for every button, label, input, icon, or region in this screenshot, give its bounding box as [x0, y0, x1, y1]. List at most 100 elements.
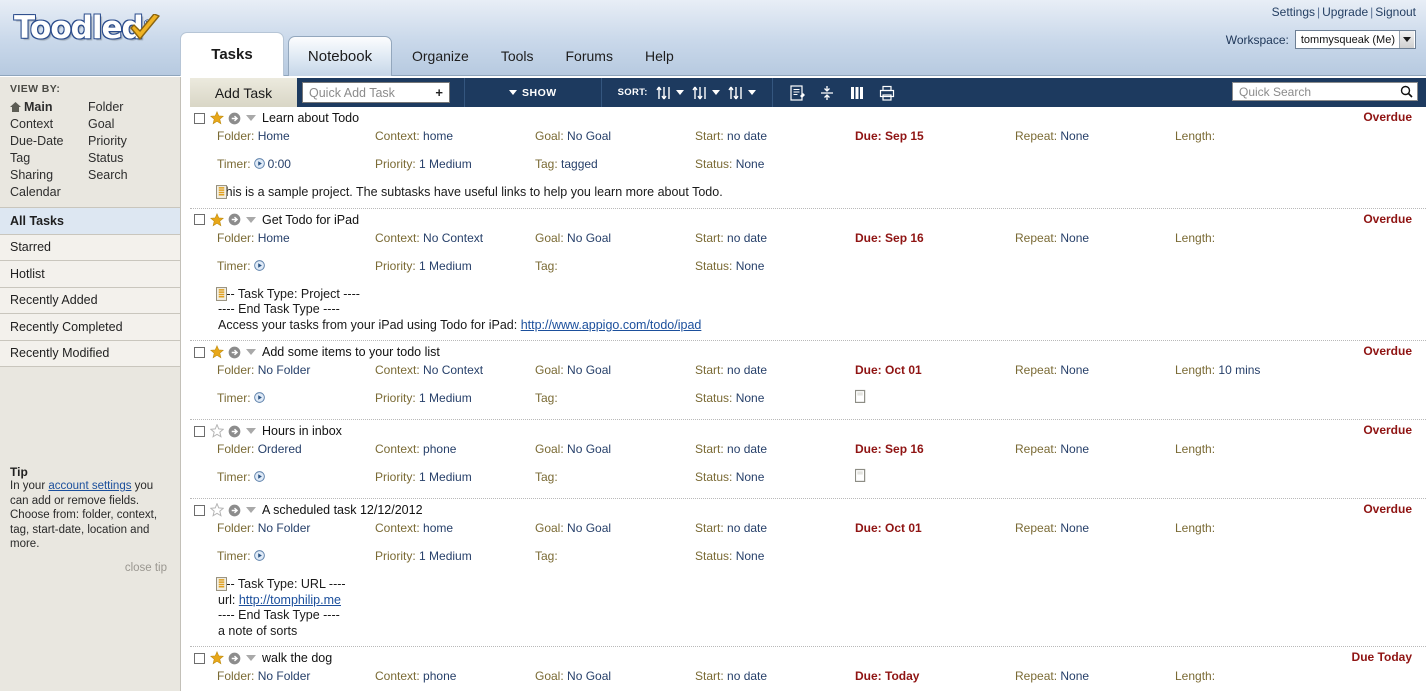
star-icon-filled[interactable] — [210, 111, 224, 125]
task-row[interactable]: Add some items to your todo list Overdue F… — [190, 341, 1426, 420]
share-arrow-icon[interactable] — [228, 504, 241, 517]
task-title[interactable]: A scheduled task 12/12/2012 — [262, 503, 423, 517]
viewby-item-search[interactable]: Search — [88, 167, 166, 184]
share-arrow-icon[interactable] — [228, 112, 241, 125]
nav-help[interactable]: Help — [629, 36, 690, 76]
viewby-item-folder[interactable]: Folder — [88, 99, 166, 116]
edit-note-icon[interactable] — [789, 84, 805, 101]
task-complete-checkbox[interactable] — [194, 112, 205, 124]
task-row[interactable]: A scheduled task 12/12/2012 Overdue Folder… — [190, 499, 1426, 647]
viewby-item-goal[interactable]: Goal — [88, 116, 166, 133]
chevron-down-icon[interactable] — [246, 349, 256, 355]
sidebar-item-recently-completed[interactable]: Recently Completed — [0, 314, 180, 341]
viewby-item-status[interactable]: Status — [88, 150, 166, 167]
task-title[interactable]: Get Todo for iPad — [262, 213, 359, 227]
note-icon[interactable] — [216, 185, 227, 199]
task-note[interactable]: ---- Task Type: Project ---- ---- End Tas… — [190, 287, 1426, 341]
columns-icon[interactable] — [849, 85, 865, 101]
signout-link[interactable]: Signout — [1375, 5, 1416, 19]
task-title[interactable]: Add some items to your todo list — [262, 345, 440, 359]
timer-play-icon[interactable] — [253, 259, 265, 271]
task-note-link[interactable]: http://www.appigo.com/todo/ipad — [521, 318, 702, 332]
viewby-item-due-date[interactable]: Due-Date — [10, 133, 88, 150]
add-task-button[interactable]: Add Task — [190, 78, 298, 107]
viewby-item-context[interactable]: Context — [10, 116, 88, 133]
sidebar-item-all-tasks[interactable]: All Tasks — [0, 208, 180, 235]
timer-play-icon[interactable] — [253, 550, 265, 561]
task-title-row[interactable]: A scheduled task 12/12/2012 — [190, 499, 1426, 521]
task-note[interactable]: This is a sample project. The subtasks h… — [190, 185, 1426, 208]
task-title[interactable]: Learn about Todo — [262, 111, 359, 125]
quick-add-input[interactable]: Quick Add Task + — [302, 82, 450, 103]
star-icon-filled[interactable] — [210, 345, 224, 359]
note-icon[interactable] — [216, 577, 227, 591]
sidebar-item-hotlist[interactable]: Hotlist — [0, 261, 180, 288]
share-arrow-icon[interactable] — [228, 213, 241, 226]
tab-notebook[interactable]: Notebook — [288, 36, 392, 76]
sort-secondary-icon[interactable] — [692, 86, 720, 100]
upgrade-link[interactable]: Upgrade — [1322, 5, 1368, 19]
task-row[interactable]: Hours in inbox Overdue Folder: Ordered Cont… — [190, 420, 1426, 499]
task-note-link[interactable]: http://tomphilip.me — [239, 593, 341, 607]
share-arrow-icon[interactable] — [228, 652, 241, 665]
task-row[interactable]: Get Todo for iPad Overdue Folder: Home Cont… — [190, 209, 1426, 341]
task-complete-checkbox[interactable] — [194, 346, 205, 358]
task-complete-checkbox[interactable] — [194, 214, 205, 225]
star-icon-filled[interactable] — [210, 651, 224, 665]
star-icon-empty[interactable] — [210, 503, 224, 517]
viewby-item-calendar[interactable]: Calendar — [10, 184, 88, 201]
workspace-select[interactable]: tommysqueak (Me) — [1294, 30, 1416, 49]
task-complete-checkbox[interactable] — [194, 652, 205, 664]
nav-organize[interactable]: Organize — [396, 36, 485, 76]
timer-play-icon[interactable] — [253, 471, 265, 482]
empty-note-icon[interactable] — [855, 468, 866, 482]
nav-forums[interactable]: Forums — [550, 36, 629, 76]
sort-primary-icon[interactable] — [656, 86, 684, 100]
star-icon-filled[interactable] — [210, 212, 224, 227]
nav-tools[interactable]: Tools — [485, 36, 550, 76]
timer-play-icon[interactable] — [253, 392, 265, 403]
viewby-item-priority[interactable]: Priority — [88, 133, 166, 150]
collapse-rows-icon[interactable] — [819, 85, 835, 101]
task-title[interactable]: walk the dog — [262, 651, 332, 665]
timer-play-icon[interactable] — [253, 158, 265, 169]
task-row[interactable]: walk the dog Due Today Folder: No Folder Co… — [190, 647, 1426, 691]
tab-tasks[interactable]: Tasks — [180, 32, 284, 76]
share-arrow-icon[interactable] — [228, 346, 241, 359]
viewby-item-tag[interactable]: Tag — [10, 150, 88, 167]
task-row[interactable]: Learn about Todo Overdue Folder: Home Conte… — [190, 107, 1426, 209]
task-title-row[interactable]: Add some items to your todo list — [190, 341, 1426, 363]
sidebar-item-starred[interactable]: Starred — [0, 234, 180, 261]
empty-note-icon[interactable] — [855, 389, 866, 403]
plus-icon[interactable]: + — [435, 85, 443, 100]
task-title-row[interactable]: walk the dog — [190, 647, 1426, 669]
task-title-row[interactable]: Get Todo for iPad — [190, 209, 1426, 231]
chevron-down-icon[interactable] — [246, 655, 256, 661]
task-title[interactable]: Hours in inbox — [262, 424, 342, 438]
settings-link[interactable]: Settings — [1272, 5, 1315, 19]
task-note[interactable]: ---- Task Type: URL ---- url: http://tomp… — [190, 577, 1426, 646]
viewby-item-main[interactable]: Main — [10, 99, 88, 116]
chevron-down-icon[interactable] — [246, 216, 256, 223]
star-icon-empty[interactable] — [210, 424, 224, 438]
search-input[interactable]: Quick Search — [1232, 82, 1418, 101]
sidebar-item-recently-modified[interactable]: Recently Modified — [0, 340, 180, 367]
sort-tertiary-icon[interactable] — [728, 86, 756, 100]
task-list[interactable]: Learn about Todo Overdue Folder: Home Conte… — [190, 107, 1426, 691]
viewby-item-sharing[interactable]: Sharing — [10, 167, 88, 184]
share-arrow-icon[interactable] — [228, 425, 241, 438]
chevron-down-icon[interactable] — [246, 507, 256, 513]
chevron-down-icon[interactable] — [246, 115, 256, 121]
search-icon[interactable] — [1400, 85, 1413, 98]
close-tip-button[interactable]: close tip — [10, 552, 171, 574]
print-icon[interactable] — [879, 85, 895, 101]
sidebar-item-recently-added[interactable]: Recently Added — [0, 287, 180, 314]
task-title-row[interactable]: Hours in inbox — [190, 420, 1426, 442]
account-settings-link[interactable]: account settings — [48, 480, 131, 492]
show-dropdown[interactable]: SHOW — [465, 87, 601, 99]
task-title-row[interactable]: Learn about Todo — [190, 107, 1426, 129]
task-complete-checkbox[interactable] — [194, 425, 205, 437]
chevron-down-icon[interactable] — [246, 428, 256, 434]
note-icon[interactable] — [216, 286, 227, 301]
task-complete-checkbox[interactable] — [194, 504, 205, 516]
